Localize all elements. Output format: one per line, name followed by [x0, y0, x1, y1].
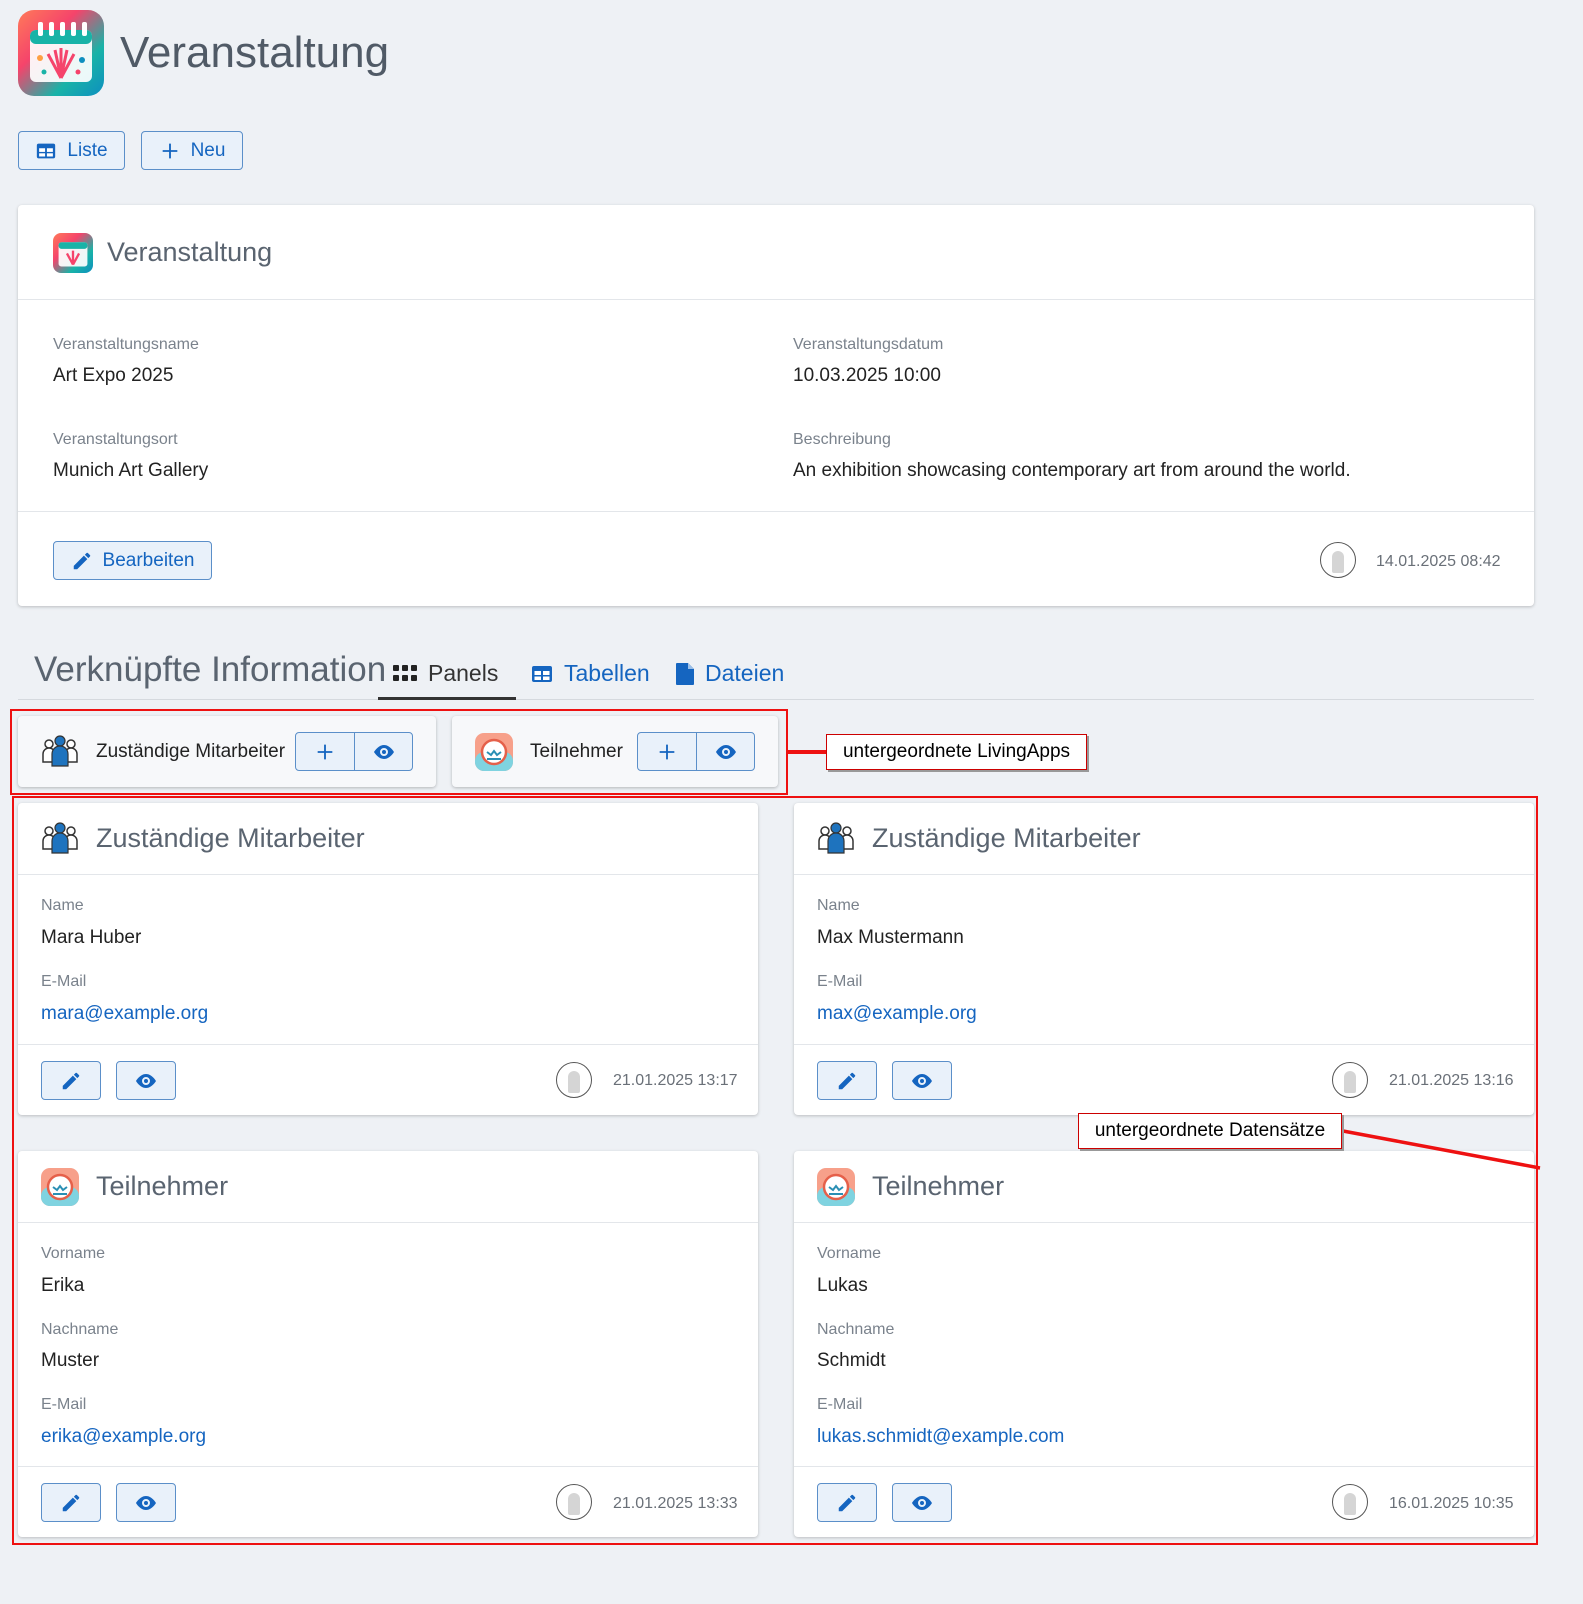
annotation-callout-apps: untergeordnete LivingApps [826, 734, 1087, 770]
annotation-callout-records: untergeordnete Datensätze [1078, 1113, 1342, 1149]
annotation-arrows [788, 750, 1541, 1170]
annotation-arrow-records [1342, 1129, 1541, 1170]
